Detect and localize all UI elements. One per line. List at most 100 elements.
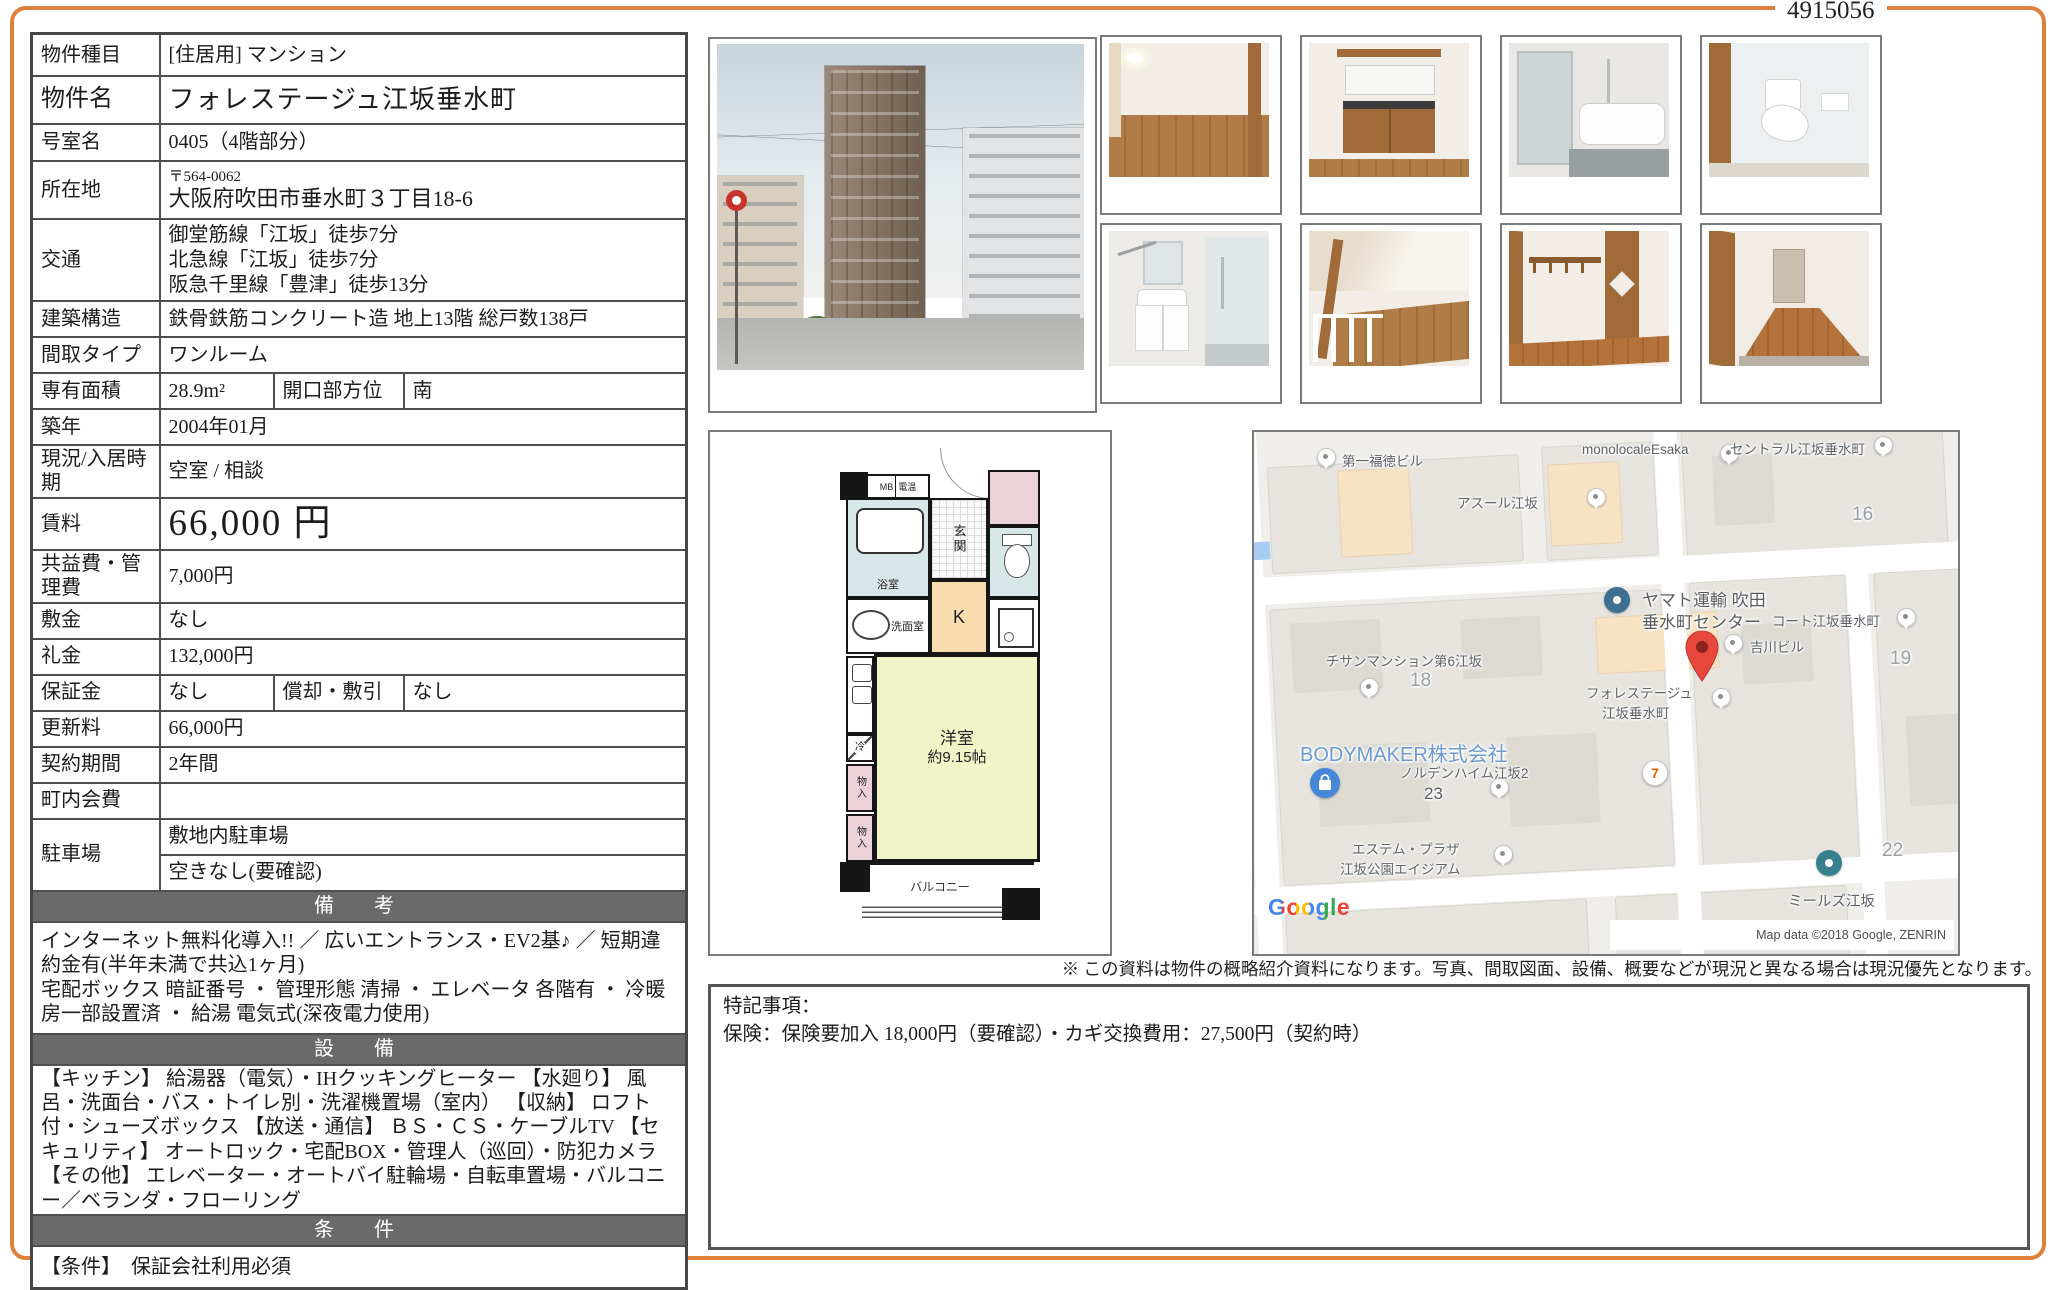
section-band-equipment: 設 備: [32, 1034, 687, 1065]
plan-closet-1: 物入: [846, 764, 874, 812]
postal-code: 〒564-0062: [169, 169, 678, 186]
map-label-subject-property[interactable]: フォレステージュ: [1586, 682, 1693, 702]
address-text: 大阪府吹田市垂水町３丁目18-6: [169, 186, 678, 211]
seven-eleven-pin-icon[interactable]: 7: [1642, 760, 1668, 786]
plan-pillar: [840, 862, 870, 892]
row-label: 号室名: [32, 124, 160, 161]
map-label[interactable]: monolocaleEsaka: [1582, 442, 1689, 457]
table-row: 交通 御堂筋線「江坂」徒歩7分 北急線「江坂」徒歩7分 阪急千里線「豊津」徒歩1…: [32, 219, 687, 301]
toilet-floor: [1709, 163, 1869, 177]
row-label: 物件種目: [32, 34, 160, 77]
row-label: 物件名: [32, 76, 160, 124]
map-label[interactable]: ノルデンハイム江坂2: [1400, 762, 1528, 782]
plan-left-units: [846, 656, 874, 734]
google-map[interactable]: 7 第一福徳ビル monolocaleEsaka アスール江坂 セントラル江坂垂…: [1254, 432, 1958, 954]
section-band-conditions: 条 件: [32, 1215, 687, 1246]
map-label[interactable]: 江坂公園エイジアム: [1340, 858, 1461, 878]
plan-entrance-label: 玄関: [950, 524, 969, 554]
photo-kitchen: [1300, 35, 1482, 215]
place-pin-icon[interactable]: [1897, 608, 1916, 627]
table-row: 物件種目 [住居用] マンション: [32, 34, 687, 77]
google-logo[interactable]: Google: [1268, 894, 1350, 921]
counter-top: [1343, 101, 1435, 109]
photo-building-exterior: [708, 37, 1097, 413]
map-label[interactable]: コート江坂垂水町: [1772, 610, 1880, 630]
map-label-subject-property[interactable]: 江坂垂水町: [1602, 702, 1670, 722]
table-row: 駐車場 敷地内駐車場: [32, 819, 687, 855]
plan-bathroom: 浴室: [846, 498, 930, 598]
bathroom-image: [1509, 43, 1669, 177]
plan-entry-closet: [988, 470, 1040, 526]
plan-fridge-label: 冷: [855, 743, 865, 753]
section-title: 備 考: [32, 891, 687, 922]
map-block-number: 18: [1410, 670, 1431, 692]
plan-closet-2: 物入: [846, 814, 874, 862]
row-label: 礼金: [32, 639, 160, 675]
place-pin-icon[interactable]: [1317, 448, 1336, 467]
plan-pillar: [1002, 888, 1040, 920]
row-value: 66,000円: [160, 711, 687, 747]
property-name: フォレステージュ江坂垂水町: [160, 76, 687, 124]
kitchen-top-trim: [1337, 49, 1441, 57]
plan-mb-label: MB: [880, 482, 894, 492]
place-pin-icon[interactable]: [1712, 688, 1731, 707]
row-value: 2004年01月: [160, 409, 687, 445]
map-label[interactable]: エステム・プラザ: [1352, 838, 1460, 858]
plan-closet-label: 物入: [853, 776, 868, 800]
plan-pillar: [840, 472, 868, 500]
closet-floor: [1509, 336, 1669, 366]
conditions-cell: 【条件】 保証会社利用必須: [32, 1246, 687, 1289]
red-map-marker-icon[interactable]: [1684, 630, 1720, 682]
bodymaker-store-pin-icon[interactable]: [1310, 768, 1340, 798]
row-value: 0405（4階部分）: [160, 124, 687, 161]
hallway-image: [1709, 231, 1869, 366]
bath-mirror: [1517, 51, 1573, 165]
row-label: 現況/入居時期: [32, 445, 160, 498]
row-value: 132,000円: [160, 639, 687, 675]
far-door: [1773, 249, 1805, 303]
basin-cabinet: [1135, 305, 1189, 351]
row-label: 保証金: [32, 675, 160, 711]
map-block-number: 19: [1890, 648, 1911, 670]
map-label[interactable]: ミールズ江坂: [1788, 890, 1875, 911]
photo-toilet: [1700, 35, 1882, 215]
map-block-number: 16: [1852, 504, 1873, 526]
map-box[interactable]: 7 第一福徳ビル monolocaleEsaka アスール江坂 セントラル江坂垂…: [1252, 430, 1960, 956]
place-pin-icon[interactable]: [1874, 436, 1893, 455]
map-label[interactable]: アスール江坂: [1457, 492, 1538, 512]
street: [717, 318, 1084, 370]
row-label: 敷金: [32, 603, 160, 639]
map-label[interactable]: 吉川ビル: [1750, 636, 1804, 656]
map-label[interactable]: チサンマンション第6江坂: [1326, 650, 1482, 670]
place-pin-icon[interactable]: [1360, 678, 1379, 697]
row-label: 開口部方位: [274, 373, 404, 409]
row-value: [住居用] マンション: [160, 34, 687, 77]
place-pin-icon[interactable]: [1724, 634, 1743, 653]
row-value: なし: [160, 603, 687, 639]
place-pin-icon[interactable]: [1494, 845, 1513, 864]
photo-closet: [1500, 223, 1682, 404]
shower-room: [1205, 237, 1269, 366]
table-row: 契約期間 2年間: [32, 747, 687, 783]
row-value: 空きなし(要確認): [160, 855, 687, 891]
loft-railing: [1313, 314, 1383, 362]
building-photo-image: [717, 44, 1084, 370]
row-label: 専有面積: [32, 373, 160, 409]
row-value: 空室 / 相談: [160, 445, 687, 498]
map-label[interactable]: 第一福徳ビル: [1342, 450, 1423, 470]
row-label: 交通: [32, 219, 160, 301]
table-row: 保証金 なし 償却・敷引 なし: [32, 675, 687, 711]
yamato-pin-icon[interactable]: [1604, 587, 1630, 613]
map-label[interactable]: セントラル江坂垂水町: [1730, 438, 1865, 458]
place-pin-icon[interactable]: [1587, 488, 1606, 507]
sign-pole: [735, 194, 738, 364]
map-label[interactable]: 垂水町センター: [1642, 608, 1761, 633]
paper-holder: [1821, 93, 1849, 111]
table-row: 【条件】 保証会社利用必須: [32, 1246, 687, 1289]
meals-pin-icon[interactable]: [1816, 850, 1842, 876]
table-row: インターネット無料化導入!! ／ 広いエントランス・EV2基♪ ／ 短期違約金有…: [32, 922, 687, 1034]
row-label: 更新料: [32, 711, 160, 747]
table-row: 町内会費: [32, 783, 687, 819]
plan-toilet-bowl: [1004, 544, 1030, 578]
room-label-line2: 約9.15帖: [877, 749, 1037, 766]
